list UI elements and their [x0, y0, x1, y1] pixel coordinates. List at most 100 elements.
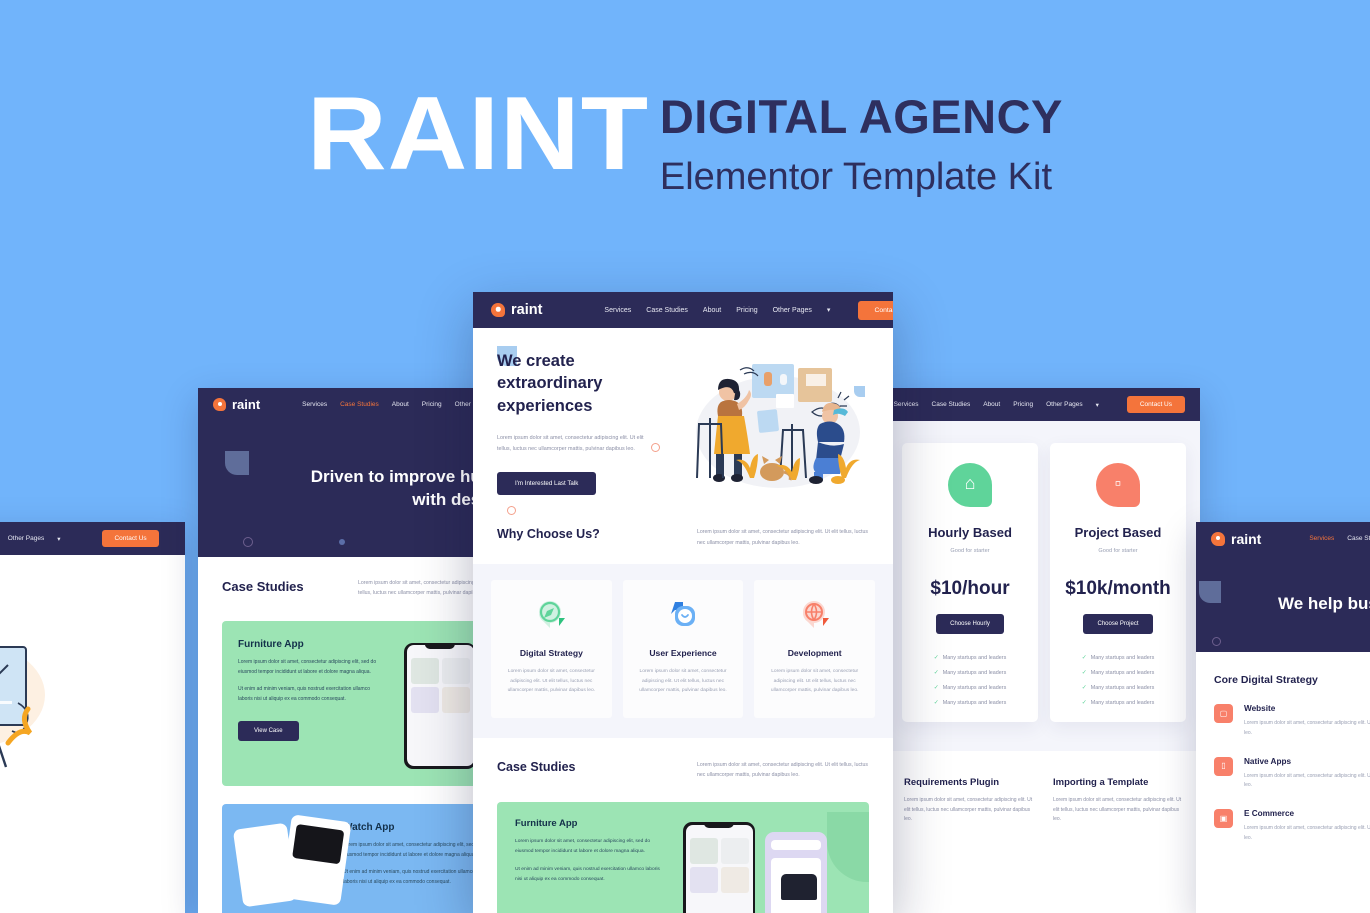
poster-title: RAINT DIGITAL AGENCY Elementor Template … [0, 82, 1370, 203]
check-icon: ✓ [1081, 670, 1087, 676]
check-icon: ✓ [933, 700, 939, 706]
core-digital-strategy-section: Core Digital Strategy ▢ Website Lorem ip… [1196, 652, 1370, 866]
hero-text-block: We create extraordinary experiences Lore… [497, 350, 672, 496]
section-description: Lorem ipsum dolor sit amet, consectetur … [697, 529, 868, 546]
workspace-people-illustration [680, 354, 875, 499]
nav-link-other-pages[interactable]: Other Pages [1046, 401, 1083, 408]
case-card-paragraph-2: Ut enim ad minim veniam, quis nostrud ex… [343, 869, 475, 885]
contact-us-button[interactable]: Contact Us [858, 300, 893, 320]
nav-link-about[interactable]: About [703, 307, 721, 314]
plan-price: $10k/month [1065, 578, 1171, 599]
decor-ring-shape [243, 537, 253, 547]
core-item-title: Native Apps [1244, 756, 1292, 766]
service-title: Development [787, 647, 842, 658]
nav-link-services[interactable]: Services [604, 307, 631, 314]
choose-project-button[interactable]: Choose Project [1083, 614, 1153, 634]
section-title: Case Studies [497, 760, 576, 775]
decor-ring-shape [1212, 637, 1221, 646]
service-card-development[interactable]: Development Lorem ipsum dolor sit amet, … [754, 579, 876, 719]
core-item-description: Lorem ipsum dolor sit amet, consectetur … [1244, 825, 1370, 841]
doc-title: Requirements Plugin [904, 777, 1000, 788]
nav-link-about[interactable]: About [983, 401, 1000, 408]
nav-link-about[interactable]: About [392, 401, 409, 408]
decor-leaf-shape [827, 812, 869, 883]
phone-mockup-secondary [765, 832, 827, 913]
plan-features: ✓ Many startups and leaders ✓ Many startup… [1062, 654, 1174, 707]
core-item-title: E Commerce [1244, 809, 1295, 818]
doc-title: Importing a Template [1053, 777, 1149, 788]
doc-item-importing: Importing a Template Lorem ipsum dolor s… [1053, 777, 1184, 825]
nav-link-case-studies[interactable]: Case Studies [1347, 535, 1370, 542]
nav-links: Services Case Studies About Pricing [1309, 535, 1370, 542]
nav-links: Services Case Studies About Pricing Othe… [894, 401, 1099, 409]
nav-link-services[interactable]: Services [894, 401, 919, 408]
nav-link-case-studies[interactable]: Case Studies [932, 401, 971, 408]
nav-link-other-pages[interactable]: Other Pages [8, 535, 45, 542]
service-title: User Experience [649, 647, 717, 658]
hero-cta-button[interactable]: I'm Interested Last Talk [497, 472, 597, 496]
pricing-section: ⌂ Hourly Based Good for starter $10/hour… [888, 421, 1200, 751]
logo[interactable]: raint [1211, 531, 1261, 547]
logo[interactable]: raint [213, 397, 260, 412]
chart-glyph: ▫ [1114, 473, 1122, 494]
decor-ring-shape [507, 506, 516, 515]
chart-chat-icon: ▫ [1096, 463, 1140, 507]
price-card-project: ▫ Project Based Good for starter $10k/mo… [1050, 443, 1186, 722]
nav-link-pricing[interactable]: Pricing [1013, 401, 1033, 408]
feature-item: ✓ Many startups and leaders [1081, 669, 1155, 677]
nav-link-other-pages[interactable]: Other Pages [773, 307, 812, 314]
navbar: raint Case Studies About Pricing Other P… [0, 522, 185, 555]
hero-title: We help business foward with [1278, 593, 1370, 613]
plan-subtitle: Good for starter [950, 548, 990, 554]
nav-link-case-studies[interactable]: Case Studies [646, 307, 688, 314]
case-card-furniture[interactable]: Furniture App Lorem ipsum dolor sit amet… [222, 620, 504, 786]
plan-features: ✓ Many startups and leaders ✓ Many startup… [914, 654, 1026, 707]
raint-logo-icon [491, 303, 505, 317]
section-description: Lorem ipsum dolor sit amet, consectetur … [697, 762, 868, 779]
plan-name: Project Based [1074, 525, 1162, 540]
case-card-paragraph-1: Lorem ipsum dolor sit amet, consectetur … [238, 658, 377, 675]
logo[interactable]: raint [491, 302, 542, 318]
house-chat-icon: ⌂ [948, 463, 992, 507]
title-subtitle-primary: DIGITAL AGENCY [659, 90, 1063, 143]
phone-notch [424, 642, 456, 649]
case-card-title: Furniture App [515, 818, 578, 830]
contact-us-button[interactable]: Contact Us [1126, 396, 1185, 413]
feature-item: ✓ Many startups and leaders [933, 684, 1007, 692]
service-card-digital-strategy[interactable]: Digital Strategy Lorem ipsum dolor sit a… [491, 579, 612, 719]
phone-mockup-front [683, 822, 755, 913]
poster-canvas: RAINT DIGITAL AGENCY Elementor Template … [0, 0, 1370, 913]
product-tile [689, 866, 718, 893]
case-card-watch[interactable]: Watch App Lorem ipsum dolor sit amet, co… [222, 803, 504, 913]
case-card-furniture[interactable]: Furniture App Lorem ipsum dolor sit amet… [497, 802, 869, 913]
view-case-button[interactable]: View Case [238, 720, 299, 741]
smile-chat-icon [667, 598, 699, 630]
doc-item-requirements: Requirements Plugin Lorem ipsum dolor si… [904, 777, 1035, 825]
brand-wordmark: RAINT [307, 76, 650, 192]
feature-item: ✓ Many startups and leaders [1081, 699, 1155, 707]
contact-us-button[interactable]: Contact Us [102, 530, 159, 547]
hero-section: We create extraordinary experiences Lore… [473, 328, 893, 515]
product-tile [689, 837, 718, 864]
product-tile [410, 658, 439, 685]
nav-link-pricing[interactable]: Pricing [422, 401, 442, 408]
case-card-paragraph-2: Ut enim ad minim veniam, quis nostrud ex… [238, 686, 370, 702]
section-title: Case Studies [222, 579, 304, 594]
nav-link-pricing[interactable]: Pricing [736, 307, 757, 314]
doc-description: Lorem ipsum dolor sit amet, consectetur … [904, 797, 1033, 822]
service-card-user-experience[interactable]: User Experience Lorem ipsum dolor sit am… [622, 579, 744, 719]
feature-item: ✓ Many startups and leaders [933, 669, 1007, 677]
mockup-far-left: raint Case Studies About Pricing Other P… [0, 522, 185, 913]
navbar: raint Services Case Studies About Pricin… [473, 292, 893, 328]
nav-link-services[interactable]: Services [1309, 535, 1334, 542]
hero-description: Lorem ipsum dolor sit amet, consectetur … [497, 434, 644, 452]
core-item-description: Lorem ipsum dolor sit amet, consectetur … [1244, 772, 1370, 789]
chevron-down-icon: ▾ [1095, 401, 1099, 409]
nav-links: Case Studies About Pricing Other Pages ▾ [0, 535, 61, 543]
choose-hourly-button[interactable]: Choose Hourly [936, 614, 1004, 634]
case-card-paragraph-1: Lorem ipsum dolor sit amet, consectetur … [343, 841, 482, 858]
navbar: Services Case Studies About Pricing Othe… [888, 388, 1200, 421]
nav-link-case-studies[interactable]: Case Studies [340, 401, 379, 408]
product-tile [441, 687, 470, 714]
nav-link-services[interactable]: Services [302, 401, 327, 408]
